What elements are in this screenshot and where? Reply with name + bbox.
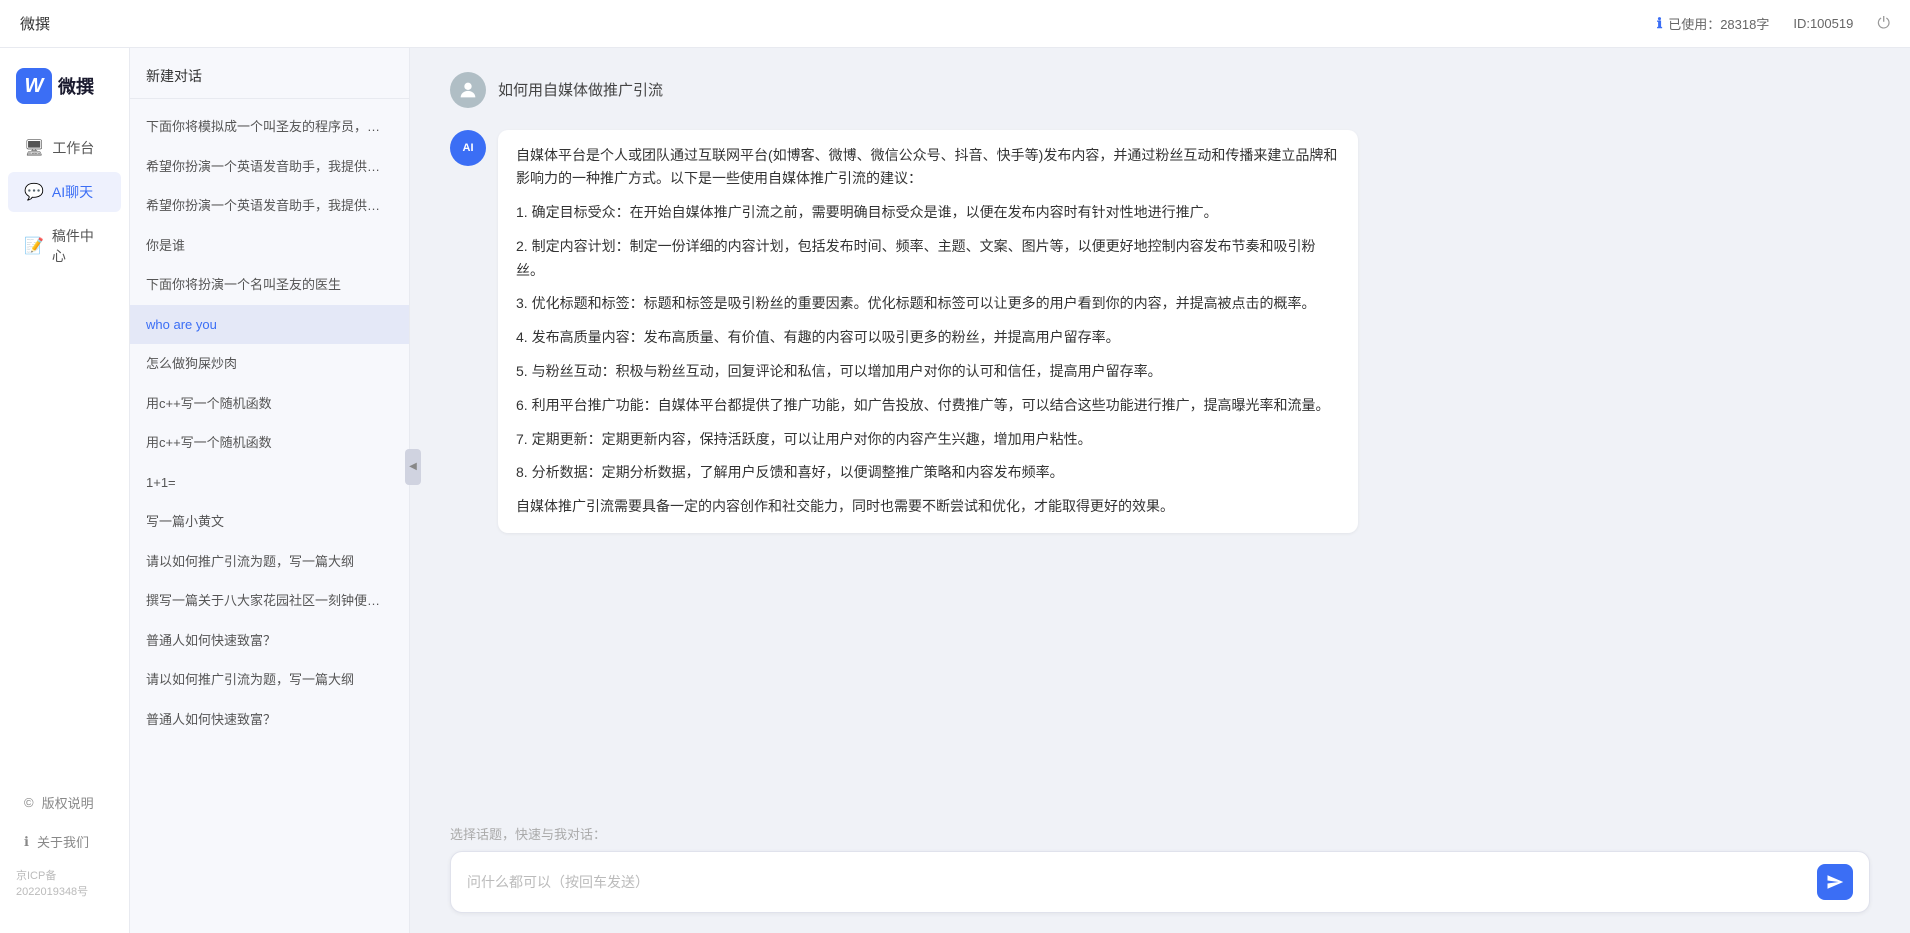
logo-area: W 微撰: [0, 68, 129, 128]
ai-para-6: 6. 利用平台推广功能：自媒体平台都提供了推广功能，如广告投放、付费推广等，可以…: [516, 394, 1340, 418]
sidebar-item[interactable]: 希望你扮演一个英语发音助手，我提供给你...: [130, 186, 409, 226]
nav-label-draft: 稿件中心: [52, 226, 105, 266]
topbar-right: ℹ 已使用：28318字 ID:100519 ⏻: [1657, 14, 1890, 33]
sidebar-item[interactable]: 下面你将扮演一个名叫圣友的医生: [130, 265, 409, 305]
nav-item-ai-chat[interactable]: 💬 AI聊天: [8, 172, 121, 212]
sidebar-item[interactable]: 普通人如何快速致富？: [130, 700, 409, 740]
user-avatar: [450, 72, 486, 108]
sidebar-item[interactable]: 撰写一篇关于八大家花园社区一刻钟便民生...: [130, 581, 409, 621]
sidebar: 新建对话 下面你将模拟成一个叫圣友的程序员，我说... 希望你扮演一个英语发音助…: [130, 48, 410, 933]
ai-para-5: 5. 与粉丝互动：积极与粉丝互动，回复评论和私信，可以增加用户对你的认可和信任，…: [516, 360, 1340, 384]
topbar-id: ID:100519: [1793, 16, 1853, 31]
input-box-wrapper: [450, 851, 1870, 913]
workbench-icon: 🖥: [24, 138, 44, 158]
main-layout: W 微撰 🖥 工作台 💬 AI聊天 📝 稿件中心 © 版权说明 ℹ: [0, 48, 1910, 933]
sidebar-item[interactable]: 希望你扮演一个英语发音助手，我提供给你...: [130, 147, 409, 187]
user-message-row: 如何用自媒体做推广引流: [450, 72, 1870, 110]
send-icon: [1826, 873, 1844, 891]
power-icon[interactable]: ⏻: [1877, 15, 1890, 33]
copyright-icon: ©: [24, 795, 34, 810]
sidebar-item[interactable]: 1+1=: [130, 463, 409, 503]
sidebar-item[interactable]: 用c++写一个随机函数: [130, 384, 409, 424]
sidebar-list: 下面你将模拟成一个叫圣友的程序员，我说... 希望你扮演一个英语发音助手，我提供…: [130, 99, 409, 933]
sidebar-item[interactable]: 下面你将模拟成一个叫圣友的程序员，我说...: [130, 107, 409, 147]
chat-icon: 💬: [24, 182, 44, 202]
sidebar-header[interactable]: 新建对话: [130, 48, 409, 99]
left-nav: W 微撰 🖥 工作台 💬 AI聊天 📝 稿件中心 © 版权说明 ℹ: [0, 48, 130, 933]
nav-label-copyright: 版权说明: [42, 793, 94, 812]
sidebar-item[interactable]: 普通人如何快速致富？: [130, 621, 409, 661]
nav-item-draft[interactable]: 📝 稿件中心: [8, 216, 121, 276]
sidebar-item[interactable]: 请以如何推广引流为题，写一篇大纲: [130, 542, 409, 582]
nav-item-workbench[interactable]: 🖥 工作台: [8, 128, 121, 168]
sidebar-item[interactable]: 写一篇小黄文: [130, 502, 409, 542]
icp-text: 京ICP备2022019348号: [0, 863, 129, 903]
ai-para-4: 4. 发布高质量内容：发布高质量、有价值、有趣的内容可以吸引更多的粉丝，并提高用…: [516, 326, 1340, 350]
chat-messages: 如何用自媒体做推广引流 AI 自媒体平台是个人或团队通过互联网平台(如博客、微博…: [410, 48, 1910, 816]
ai-message-row: AI 自媒体平台是个人或团队通过互联网平台(如博客、微博、微信公众号、抖音、快手…: [450, 130, 1870, 534]
usage-text: 已使用：28318字: [1668, 14, 1769, 33]
quick-topics-label: 选择话题，快速与我对话：: [450, 824, 1870, 843]
sidebar-item-who-are-you[interactable]: who are you: [130, 305, 409, 345]
send-button[interactable]: [1817, 864, 1853, 900]
nav-label-ai-chat: AI聊天: [52, 182, 93, 202]
ai-para-7: 7. 定期更新：定期更新内容，保持活跃度，可以让用户对你的内容产生兴趣，增加用户…: [516, 428, 1340, 452]
sidebar-item[interactable]: 请以如何推广引流为题，写一篇大纲: [130, 660, 409, 700]
topbar-usage: ℹ 已使用：28318字: [1657, 14, 1769, 33]
chat-area: 如何用自媒体做推广引流 AI 自媒体平台是个人或团队通过互联网平台(如博客、微博…: [410, 48, 1910, 933]
ai-para-2: 2. 制定内容计划：制定一份详细的内容计划，包括发布时间、频率、主题、文案、图片…: [516, 235, 1340, 283]
nav-bottom: © 版权说明 ℹ 关于我们 京ICP备2022019348号: [0, 785, 129, 913]
chat-input-area: 选择话题，快速与我对话：: [410, 816, 1910, 933]
ai-para-8: 8. 分析数据：定期分析数据，了解用户反馈和喜好，以便调整推广策略和内容发布频率…: [516, 461, 1340, 485]
topbar: 微撰 ℹ 已使用：28318字 ID:100519 ⏻: [0, 0, 1910, 48]
sidebar-collapse-button[interactable]: ◀: [405, 449, 421, 485]
nav-items: 🖥 工作台 💬 AI聊天 📝 稿件中心: [0, 128, 129, 785]
ai-para-1: 1. 确定目标受众：在开始自媒体推广引流之前，需要明确目标受众是谁，以便在发布内…: [516, 201, 1340, 225]
topbar-title: 微撰: [20, 13, 1657, 34]
about-icon: ℹ: [24, 834, 29, 850]
logo-w-icon: W: [16, 68, 52, 104]
nav-label-about: 关于我们: [37, 832, 89, 851]
user-message-bubble: 如何用自媒体做推广引流: [498, 72, 663, 110]
ai-para-9: 自媒体推广引流需要具备一定的内容创作和社交能力，同时也需要不断尝试和优化，才能取…: [516, 495, 1340, 519]
sidebar-item[interactable]: 用c++写一个随机函数: [130, 423, 409, 463]
chat-input[interactable]: [467, 870, 1807, 894]
sidebar-item[interactable]: 你是谁: [130, 226, 409, 266]
nav-copyright[interactable]: © 版权说明: [8, 785, 121, 820]
ai-para-3: 3. 优化标题和标签：标题和标签是吸引粉丝的重要因素。优化标题和标签可以让更多的…: [516, 292, 1340, 316]
nav-about[interactable]: ℹ 关于我们: [8, 824, 121, 859]
logo-text: 微撰: [58, 73, 94, 99]
sidebar-item[interactable]: 怎么做狗屎炒肉: [130, 344, 409, 384]
nav-label-workbench: 工作台: [52, 138, 94, 158]
ai-message-bubble: 自媒体平台是个人或团队通过互联网平台(如博客、微博、微信公众号、抖音、快手等)发…: [498, 130, 1358, 534]
ai-avatar: AI: [450, 130, 486, 166]
ai-para-0: 自媒体平台是个人或团队通过互联网平台(如博客、微博、微信公众号、抖音、快手等)发…: [516, 144, 1340, 192]
info-icon: ℹ: [1657, 15, 1662, 32]
draft-icon: 📝: [24, 236, 44, 256]
